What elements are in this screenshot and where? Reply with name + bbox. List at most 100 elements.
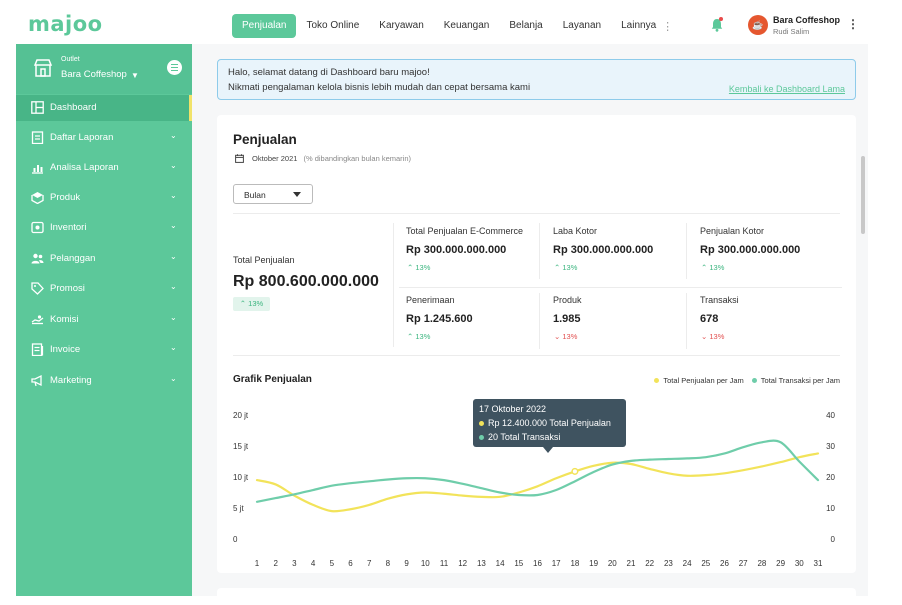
vertical-dots-icon[interactable]: ⋮ (662, 20, 673, 33)
y-right-tick-label: 0 (831, 535, 836, 544)
majoo-logo[interactable]: majoo (28, 12, 103, 36)
y-left-tick-label: 5 jt (233, 504, 244, 513)
user-name[interactable]: Bara Coffeshop (773, 15, 840, 25)
y-right-tick-label: 40 (826, 411, 835, 420)
outlet-selector[interactable]: Outlet Bara Coffeshop ▼ (16, 44, 192, 94)
sidebar-item-produk[interactable]: Produk ⌄ (16, 185, 192, 211)
sidebar-item-analisa-laporan[interactable]: Analisa Laporan ⌄ (16, 155, 192, 181)
divider (686, 223, 687, 279)
period-month: Oktober 2021 (252, 154, 298, 163)
x-tick-label: 22 (645, 559, 654, 568)
stat-value-ecommerce: Rp 300.000.000.000 (406, 244, 507, 256)
stat-value-penerimaan: Rp 1.245.600 (406, 313, 473, 325)
total-sales-label: Total Penjualan (233, 255, 295, 265)
nav-keuangan[interactable]: Keuangan (434, 14, 500, 38)
nav-karyawan[interactable]: Karyawan (369, 14, 433, 38)
tooltip-arrow (543, 447, 553, 453)
outlet-label: Outlet (61, 56, 80, 63)
sales-title: Penjualan (233, 132, 297, 147)
sidebar-item-marketing[interactable]: Marketing ⌄ (16, 368, 192, 394)
sidebar-item-inventori[interactable]: Inventori ⌄ (16, 215, 192, 241)
sidebar-item-pelanggan[interactable]: Pelanggan ⌄ (16, 246, 192, 272)
x-tick-label: 7 (367, 559, 372, 568)
sidebar-item-daftar-laporan[interactable]: Daftar Laporan ⌄ (16, 125, 192, 151)
sales-card: Penjualan Oktober 2021 (% dibandingkan b… (217, 115, 856, 573)
tooltip-date: 17 Oktober 2022 (479, 404, 547, 414)
x-tick-label: 28 (757, 559, 766, 568)
tooltip-row-transactions: 20 Total Transaksi (479, 432, 560, 442)
report-list-icon (31, 131, 44, 144)
tooltip-sales: Rp 12.400.000 Total Penjualan (488, 418, 611, 428)
stat-value-penjualan-kotor: Rp 300.000.000.000 (700, 244, 801, 256)
y-left-tick-label: 10 jt (233, 473, 249, 482)
highlight-point (571, 467, 579, 475)
avatar[interactable]: ☕ (748, 15, 768, 35)
chevron-down-icon: ⌄ (170, 161, 177, 170)
period-info: Oktober 2021 (% dibandingkan bulan kemar… (235, 154, 411, 163)
nav-toko-online[interactable]: Toko Online (296, 14, 369, 38)
stat-label-penerimaan: Penerimaan (406, 295, 455, 305)
page-scrollbar[interactable] (861, 156, 865, 234)
nav-lainnya[interactable]: Lainnya (611, 14, 666, 38)
x-tick-label: 4 (311, 559, 316, 568)
sidebar-item-dashboard[interactable]: Dashboard (16, 95, 192, 121)
total-sales-value: Rp 800.600.000.000 (233, 273, 379, 290)
sidebar-item-komisi[interactable]: Komisi ⌄ (16, 307, 192, 333)
stat-change-penerimaan: ⌃ 13% (407, 332, 430, 341)
stat-label-ecommerce: Total Penjualan E-Commerce (406, 226, 524, 236)
sidebar-item-label: Inventori (50, 222, 87, 233)
total-sales-change: ⌃ 13% (233, 297, 270, 311)
stat-value-produk: 1.985 (553, 313, 581, 325)
x-tick-label: 21 (627, 559, 636, 568)
sidebar-item-label: Analisa Laporan (50, 162, 119, 173)
stat-change-penjualan-kotor: ⌃ 13% (701, 263, 724, 272)
stat-label-produk: Produk (553, 295, 582, 305)
hamburger-icon[interactable] (167, 60, 182, 75)
chevron-down-icon: ⌄ (170, 252, 177, 261)
x-tick-label: 14 (496, 559, 505, 568)
x-tick-label: 24 (683, 559, 692, 568)
main-nav: Penjualan Toko Online Karyawan Keuangan … (232, 14, 673, 38)
promo-tag-icon (31, 282, 44, 295)
analytics-icon (32, 165, 43, 174)
change-value: 13% (709, 263, 725, 272)
stat-change-transaksi: ⌄ 13% (701, 332, 724, 341)
caret-down-icon (293, 192, 301, 197)
nav-layanan[interactable]: Layanan (553, 14, 611, 38)
product-icon (31, 192, 44, 204)
tooltip-dot-transactions (479, 434, 484, 440)
back-to-old-dashboard-link[interactable]: Kembali ke Dashboard Lama (729, 84, 845, 94)
change-value: 13% (415, 263, 431, 272)
y-left-tick-label: 15 jt (233, 442, 249, 451)
invoice-icon (31, 343, 44, 356)
user-menu-icon[interactable]: ⋮ (847, 18, 859, 30)
sidebar-item-promosi[interactable]: Promosi ⌄ (16, 276, 192, 302)
x-tick-label: 25 (701, 559, 710, 568)
calendar-icon (235, 154, 244, 163)
x-tick-label: 5 (330, 559, 335, 568)
stat-label-transaksi: Transaksi (700, 295, 739, 305)
tooltip-dot-sales (479, 420, 484, 426)
sidebar-item-invoice[interactable]: Invoice ⌄ (16, 337, 192, 363)
divider (393, 223, 394, 347)
x-tick-label: 20 (608, 559, 617, 568)
chart-legend: Total Penjualan per Jam Total Transaksi … (654, 376, 840, 385)
chevron-down-icon: ⌄ (170, 343, 177, 352)
legend-dot-transactions (751, 378, 757, 383)
period-filter-select[interactable]: Bulan (233, 184, 313, 204)
x-tick-label: 29 (776, 559, 785, 568)
y-right-tick-label: 10 (826, 504, 835, 513)
divider (233, 355, 840, 356)
x-tick-label: 13 (477, 559, 486, 568)
x-tick-label: 9 (404, 559, 409, 568)
nav-penjualan[interactable]: Penjualan (232, 14, 297, 38)
chevron-down-icon: ⌄ (170, 313, 177, 322)
stat-value-laba-kotor: Rp 300.000.000.000 (553, 244, 654, 256)
y-right-tick-label: 20 (826, 473, 835, 482)
divider (399, 287, 842, 288)
tooltip-transactions: 20 Total Transaksi (488, 432, 561, 442)
nav-belanja[interactable]: Belanja (499, 14, 552, 38)
chart-title: Grafik Penjualan (233, 374, 312, 385)
divider (539, 293, 540, 349)
x-tick-label: 31 (814, 559, 823, 568)
